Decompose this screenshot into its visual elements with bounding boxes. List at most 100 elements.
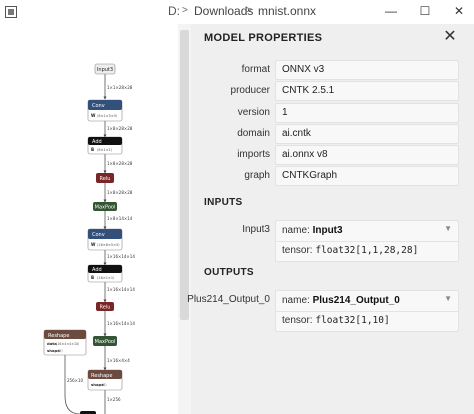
argument-tensor-type: float32[1,1,28,28] — [315, 245, 419, 256]
graph-canvas[interactable]: 1×1×28×28 1×8×28×28 1×8×28×28 1×8×28×28 … — [0, 24, 178, 414]
property-value: ai.cntk — [275, 124, 459, 144]
edge-label: 1×16×4×4 — [107, 358, 130, 363]
node-conv[interactable]: Conv W ⟨8×1×5×5⟩ — [87, 99, 123, 122]
property-label: imports — [237, 149, 270, 160]
svg-text:⟨2⟩: ⟨2⟩ — [102, 383, 107, 387]
svg-text:Conv: Conv — [92, 232, 105, 238]
edge-label: 1×8×14×14 — [107, 216, 133, 221]
node-add[interactable]: Add B ⟨8×1×1⟩ — [87, 136, 123, 155]
minimize-button[interactable]: — — [376, 0, 406, 22]
argument-name-line: name: Plus214_Output_0 — [282, 295, 400, 306]
svg-text:Conv: Conv — [92, 103, 105, 109]
node-add[interactable]: Add B ⟨16×1×1⟩ — [87, 264, 123, 283]
svg-text:MaxPool: MaxPool — [95, 205, 116, 211]
edge-line — [64, 355, 81, 414]
edge-label: 1×8×28×28 — [107, 161, 133, 166]
svg-text:MaxPool: MaxPool — [95, 339, 116, 345]
argument-name: Input3 — [312, 225, 343, 236]
svg-text:Reshape: Reshape — [91, 373, 112, 379]
node-reshape[interactable]: Reshape shape ⟨2⟩ — [87, 369, 123, 391]
window-close-button[interactable]: ✕ — [444, 0, 474, 22]
path-file-name[interactable]: mnist.onnx — [258, 4, 316, 18]
svg-text:Add: Add — [92, 267, 102, 273]
argument-name-prefix: name: — [282, 295, 310, 306]
svg-text:W: W — [91, 113, 96, 118]
property-row-graph: graph CNTKGraph — [191, 166, 474, 186]
output-argument: Plus214_Output_0 name: Plus214_Output_0 … — [187, 290, 474, 332]
node-relu[interactable]: Relu — [96, 173, 114, 183]
svg-text:Relu: Relu — [100, 305, 111, 311]
expand-icon[interactable]: ▼ — [444, 224, 452, 233]
argument-name-prefix: name: — [282, 225, 310, 236]
argument-name: Plus214_Output_0 — [312, 295, 400, 306]
node-reshape[interactable]: Reshape data ⟨16×4×4×10⟩ shape ⟨2⟩ — [43, 329, 87, 356]
property-value: 1 — [275, 103, 459, 123]
graph-scrollbar-thumb[interactable] — [180, 30, 189, 320]
node-input3[interactable]: Input3 — [94, 63, 116, 75]
property-value: CNTK 2.5.1 — [275, 81, 459, 101]
argument-tensor-type: float32[1,10] — [315, 315, 390, 326]
svg-text:W: W — [91, 242, 96, 247]
property-row-domain: domain ai.cntk — [191, 124, 474, 144]
expand-icon[interactable]: ▼ — [444, 294, 452, 303]
edge-label: 1×16×14×14 — [107, 254, 135, 259]
svg-text:⟨16×4×4×10⟩: ⟨16×4×4×10⟩ — [56, 342, 79, 346]
svg-text:⟨16×8×5×5⟩: ⟨16×8×5×5⟩ — [97, 243, 120, 247]
property-row-producer: producer CNTK 2.5.1 — [191, 81, 474, 101]
argument-box[interactable]: name: Plus214_Output_0 ▼ tensor: float32… — [275, 290, 459, 332]
close-icon[interactable]: ✕ — [441, 28, 459, 46]
property-label: graph — [244, 170, 270, 181]
svg-text:⟨8×1×5×5⟩: ⟨8×1×5×5⟩ — [97, 114, 118, 118]
argument-tensor-line: tensor: float32[1,1,28,28] — [282, 245, 418, 256]
property-label: format — [241, 64, 270, 75]
svg-text:Reshape: Reshape — [48, 333, 69, 339]
argument-name-line: name: Input3 — [282, 225, 343, 236]
argument-tensor-line: tensor: float32[1,10] — [282, 315, 390, 326]
node-conv[interactable]: Conv W ⟨16×8×5×5⟩ — [87, 228, 123, 251]
edge-label: 1×16×14×14 — [107, 287, 135, 292]
property-value: ai.onnx v8 — [275, 145, 459, 165]
property-row-format: format ONNX v3 — [191, 60, 474, 80]
inputs-heading: INPUTS — [204, 197, 243, 208]
maximize-button[interactable]: ☐ — [410, 0, 440, 22]
divider — [276, 241, 458, 242]
model-properties-panel: MODEL PROPERTIES ✕ format ONNX v3 produc… — [187, 24, 474, 414]
title-bar: D: > Downloads > mnist.onnx — ☐ ✕ — [0, 0, 474, 24]
argument-tensor-prefix: tensor: — [282, 245, 313, 256]
argument-label: Input3 — [242, 224, 270, 235]
edge-label: 1×16×14×14 — [107, 321, 135, 326]
svg-text:Relu: Relu — [100, 176, 111, 182]
svg-text:⟨16×1×1⟩: ⟨16×1×1⟩ — [97, 276, 115, 280]
svg-text:B: B — [91, 147, 94, 152]
svg-text:Add: Add — [92, 139, 102, 145]
app-icon — [5, 6, 17, 18]
node-maxpool[interactable]: MaxPool — [93, 336, 117, 346]
path-folder-downloads[interactable]: Downloads — [194, 4, 253, 18]
edge-label: 1×8×28×28 — [107, 126, 133, 131]
edge-label: 1×8×28×28 — [107, 190, 133, 195]
property-row-imports: imports ai.onnx v8 — [191, 145, 474, 165]
property-label: domain — [237, 128, 270, 139]
outputs-heading: OUTPUTS — [204, 267, 254, 278]
argument-box[interactable]: name: Input3 ▼ tensor: float32[1,1,28,28… — [275, 220, 459, 262]
svg-text:⟨8×1×1⟩: ⟨8×1×1⟩ — [97, 148, 113, 152]
node-maxpool[interactable]: MaxPool — [93, 202, 117, 211]
divider — [276, 311, 458, 312]
property-value: ONNX v3 — [275, 60, 459, 80]
property-row-version: version 1 — [191, 103, 474, 123]
svg-text:⟨2⟩: ⟨2⟩ — [58, 349, 63, 353]
svg-text:B: B — [91, 275, 94, 280]
property-label: producer — [230, 85, 270, 96]
path-separator: > — [246, 5, 252, 16]
input-argument: Input3 name: Input3 ▼ tensor: float32[1,… — [191, 220, 474, 262]
panel-title: MODEL PROPERTIES — [204, 32, 323, 44]
path-drive[interactable]: D: — [168, 4, 180, 18]
argument-tensor-prefix: tensor: — [282, 315, 313, 326]
node-relu[interactable]: Relu — [96, 302, 114, 311]
svg-text:Input3: Input3 — [97, 67, 113, 73]
edge-label: 256×10 — [67, 378, 84, 383]
path-separator: > — [182, 5, 188, 16]
edge-label: 1×1×28×28 — [107, 85, 133, 90]
argument-label: Plus214_Output_0 — [187, 294, 270, 305]
property-label: version — [237, 107, 270, 118]
